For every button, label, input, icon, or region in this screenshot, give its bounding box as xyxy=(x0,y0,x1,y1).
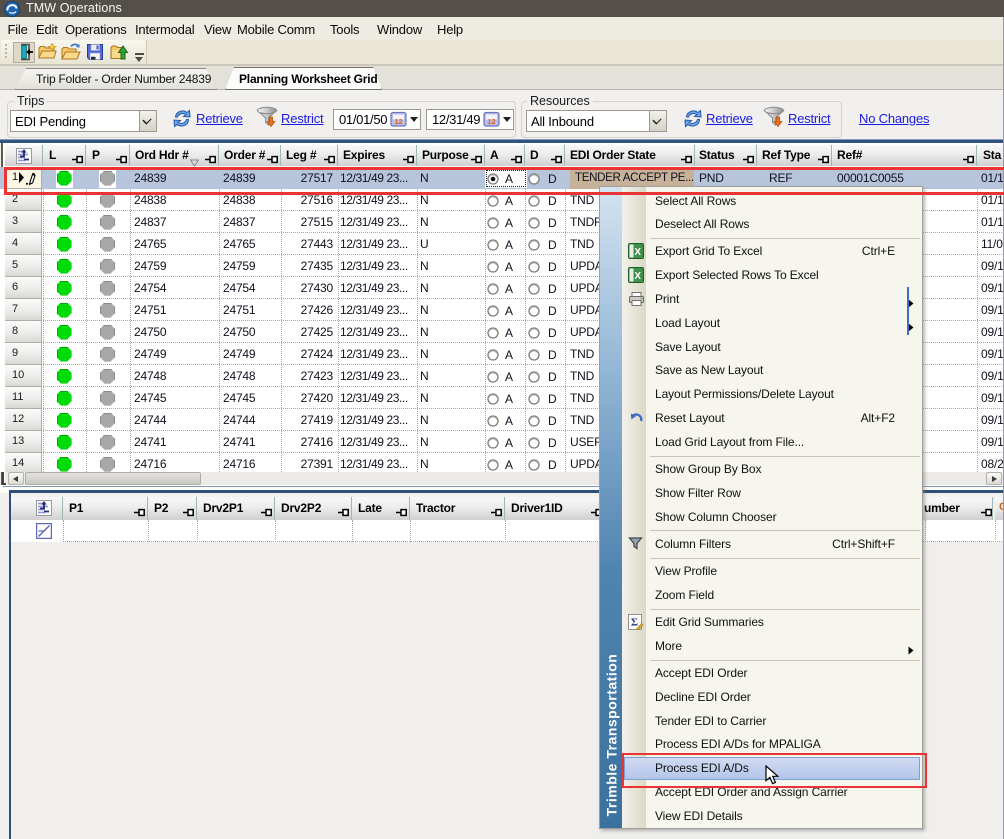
svg-text:X: X xyxy=(634,271,641,282)
svg-text:X: X xyxy=(634,247,641,258)
svg-text:12: 12 xyxy=(487,117,495,126)
svg-text:12: 12 xyxy=(394,117,402,126)
svg-text:Σ: Σ xyxy=(631,617,638,629)
